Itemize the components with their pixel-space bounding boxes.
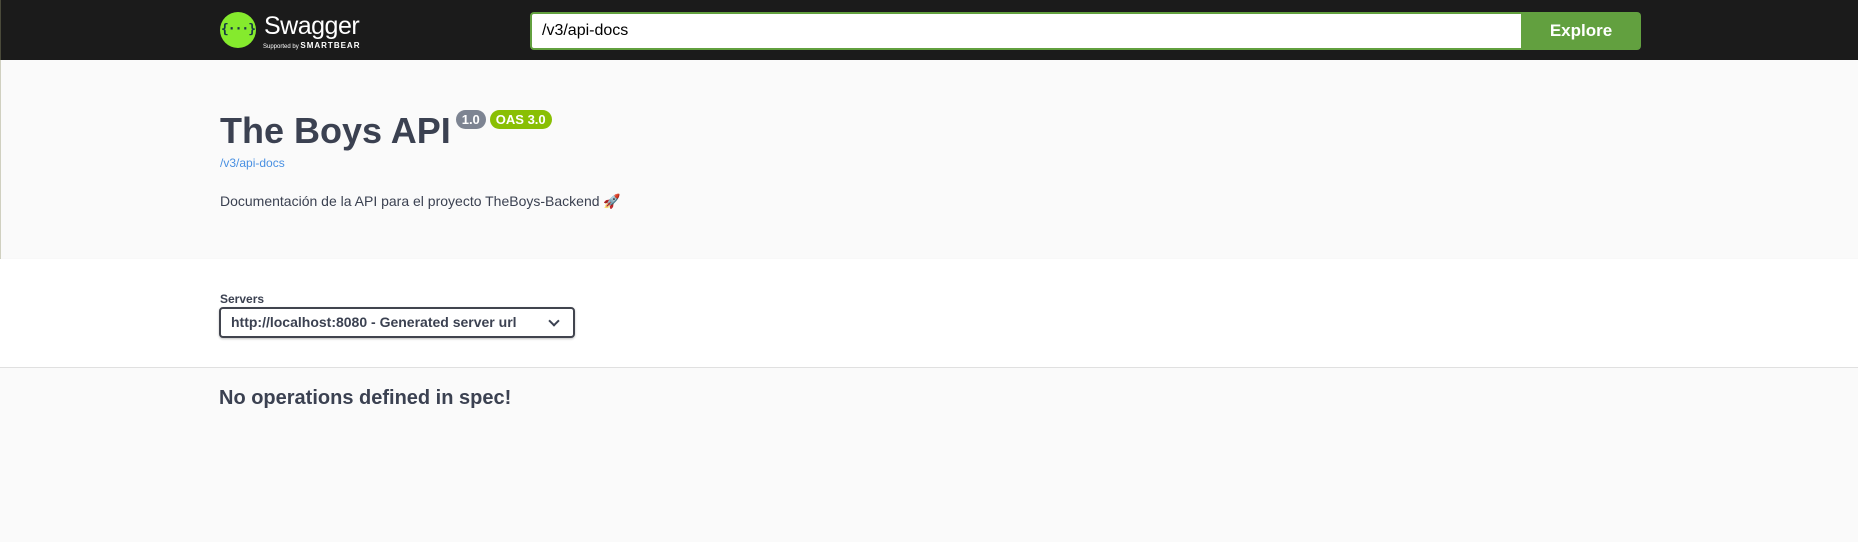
- servers-select[interactable]: http://localhost:8080 - Generated server…: [219, 307, 575, 338]
- swagger-logo-text: Swagger: [264, 12, 360, 40]
- api-description: Documentación de la API para el proyecto…: [220, 193, 621, 209]
- page-title: The Boys API: [220, 110, 451, 151]
- tagline-prefix: Supported by: [263, 44, 299, 50]
- oas-badge: OAS 3.0: [489, 110, 552, 129]
- spec-url-link[interactable]: /v3/api-docs: [220, 156, 285, 170]
- swagger-logo[interactable]: {···} Swagger Supported by SMARTBEAR: [220, 10, 370, 52]
- no-operations-message: No operations defined in spec!: [219, 387, 512, 409]
- smartbear-tagline: Supported by SMARTBEAR: [263, 41, 360, 50]
- servers-label: Servers: [220, 292, 265, 306]
- servers-selected-value: http://localhost:8080 - Generated server…: [231, 314, 517, 330]
- swagger-logo-icon: {···}: [220, 12, 256, 48]
- smartbear-brand: SMARTBEAR: [300, 41, 361, 50]
- topbar: {···} Swagger Supported by SMARTBEAR Exp…: [0, 0, 1858, 60]
- title-row: The Boys API 1.0 OAS 3.0: [220, 108, 552, 158]
- servers-section: Servers http://localhost:8080 - Generate…: [0, 259, 1858, 368]
- version-badge: 1.0: [455, 110, 486, 129]
- chevron-down-icon: [548, 315, 560, 327]
- download-url-form: Explore: [530, 12, 1641, 50]
- spec-url-input[interactable]: [530, 12, 1521, 50]
- explore-button[interactable]: Explore: [1521, 12, 1641, 50]
- info-section: The Boys API 1.0 OAS 3.0 /v3/api-docs Docu…: [0, 60, 1858, 259]
- operations-section: No operations defined in spec!: [0, 368, 1858, 542]
